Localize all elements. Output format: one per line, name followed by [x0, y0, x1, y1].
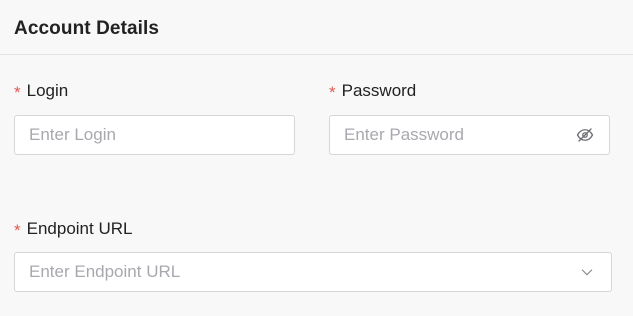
endpoint-url-label-text: Endpoint URL	[26, 219, 133, 238]
chevron-down-icon[interactable]	[577, 262, 597, 282]
login-input[interactable]: Enter Login	[14, 115, 295, 155]
required-asterisk: *	[329, 83, 336, 102]
login-label-text: Login	[26, 81, 69, 100]
eye-slash-icon[interactable]	[575, 125, 595, 145]
endpoint-url-label: * Endpoint URL	[14, 218, 132, 240]
password-input[interactable]: Enter Password	[329, 115, 610, 155]
required-asterisk: *	[14, 83, 21, 102]
endpoint-url-placeholder: Enter Endpoint URL	[29, 262, 181, 281]
login-label: * Login	[14, 80, 68, 102]
endpoint-url-select[interactable]: Enter Endpoint URL	[14, 252, 612, 292]
section-divider	[0, 54, 633, 55]
account-details-panel: Account Details * Login Enter Login * Pa…	[0, 0, 633, 316]
required-asterisk: *	[14, 221, 21, 240]
section-title: Account Details	[14, 18, 160, 39]
password-label-text: Password	[341, 81, 417, 100]
password-label: * Password	[329, 80, 416, 102]
login-placeholder: Enter Login	[29, 125, 116, 144]
password-placeholder: Enter Password	[344, 125, 464, 144]
